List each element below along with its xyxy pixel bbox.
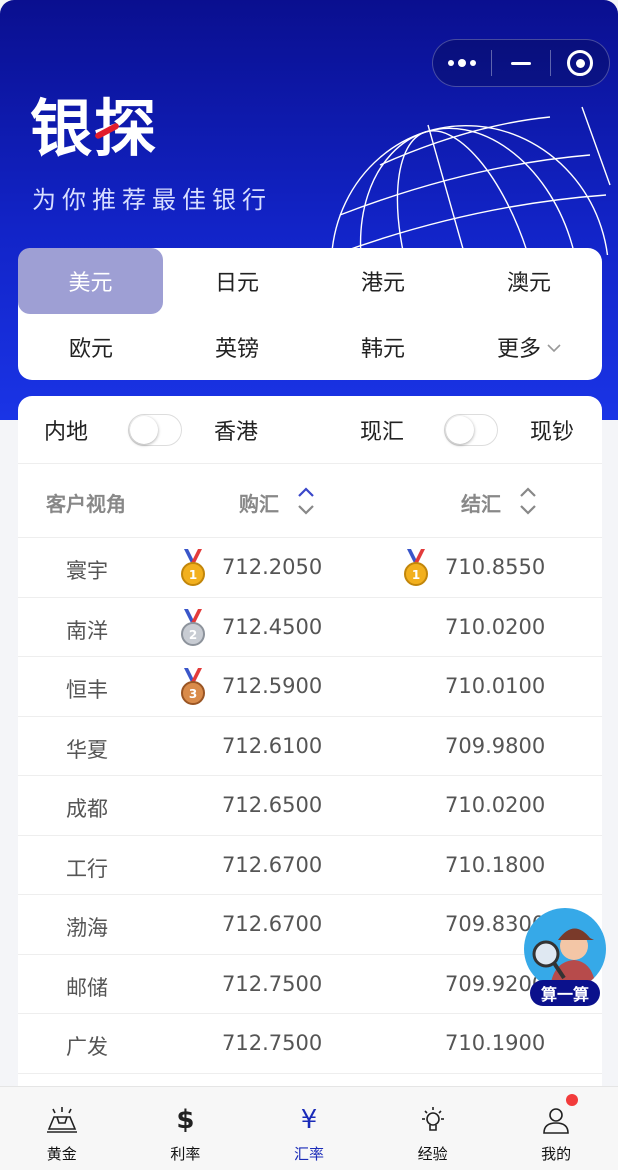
buy-rate: 712.5900 bbox=[222, 674, 323, 698]
col-sell-header[interactable]: 结汇 bbox=[461, 488, 501, 517]
gold-bar-icon bbox=[45, 1103, 79, 1137]
sort-buy-icon[interactable] bbox=[296, 486, 316, 516]
currency-hkd[interactable]: 港元 bbox=[310, 248, 456, 314]
cash-label: 现钞 bbox=[530, 419, 575, 445]
target-icon bbox=[567, 50, 593, 76]
sell-rate: 710.0200 bbox=[445, 793, 546, 817]
tab-gold[interactable]: 黄金 bbox=[0, 1087, 124, 1170]
region-switch[interactable] bbox=[128, 413, 182, 446]
bank-name: 恒丰 bbox=[66, 678, 108, 702]
bank-name: 华夏 bbox=[66, 737, 108, 762]
app-slogan: 为你推荐最佳银行 bbox=[32, 186, 272, 214]
svg-text:1: 1 bbox=[189, 568, 197, 582]
sell-rate: 710.0100 bbox=[445, 674, 546, 698]
table-row[interactable]: 渤海 712.6700 709.8300 bbox=[18, 895, 602, 955]
bank-name: 南洋 bbox=[66, 618, 108, 643]
currency-eur[interactable]: 欧元 bbox=[18, 314, 164, 380]
notification-badge bbox=[566, 1094, 578, 1106]
bank-name: 广发 bbox=[66, 1035, 108, 1059]
more-options-button[interactable] bbox=[433, 40, 491, 86]
app-logo: 银探 bbox=[30, 92, 159, 165]
mainland-label: 内地 bbox=[44, 419, 89, 445]
calculator-float-button[interactable]: 算一算 bbox=[522, 906, 608, 1006]
miniapp-capsule bbox=[432, 39, 610, 87]
currency-more[interactable]: 更多 bbox=[456, 314, 602, 380]
svg-text:3: 3 bbox=[189, 687, 197, 701]
hongkong-label: 香港 bbox=[214, 419, 259, 445]
bank-name: 寰宇 bbox=[66, 559, 108, 583]
silver-medal-icon: 2 bbox=[181, 608, 205, 646]
spot-exchange-label: 现汇 bbox=[360, 419, 405, 445]
bank-name: 渤海 bbox=[66, 916, 108, 940]
currency-more-label: 更多 bbox=[496, 337, 541, 362]
currency-aud[interactable]: 澳元 bbox=[456, 248, 602, 314]
lightbulb-icon bbox=[416, 1103, 450, 1137]
table-header: 客户视角 购汇 结汇 bbox=[18, 464, 602, 538]
tab-mine[interactable]: 我的 bbox=[494, 1087, 618, 1170]
buy-rate: 712.7500 bbox=[222, 971, 323, 996]
tab-experience-label: 经验 bbox=[417, 1145, 448, 1163]
bank-name: 邮储 bbox=[66, 975, 108, 1000]
buy-rate: 712.2050 bbox=[222, 555, 323, 579]
table-row[interactable]: 广发 712.7500 710.1900 bbox=[18, 1014, 602, 1074]
bottom-tab-bar: 黄金 $ 利率 ¥ 汇率 经验 我的 bbox=[0, 1086, 618, 1170]
table-row[interactable]: 邮储 712.7500 709.9200 bbox=[18, 955, 602, 1014]
gold-medal-icon: 1 bbox=[404, 549, 428, 586]
toggle-row: 内地 香港 现汇 现钞 bbox=[18, 396, 602, 464]
tab-exchange-label: 汇率 bbox=[293, 1145, 324, 1163]
svg-text:1: 1 bbox=[412, 568, 420, 582]
tab-gold-label: 黄金 bbox=[46, 1145, 77, 1163]
col-buy-header[interactable]: 购汇 bbox=[239, 488, 279, 517]
gold-medal-icon: 1 bbox=[181, 549, 205, 586]
tab-mine-label: 我的 bbox=[541, 1145, 572, 1163]
yen-icon: ¥ bbox=[300, 1105, 318, 1135]
tab-exchange[interactable]: ¥ 汇率 bbox=[247, 1087, 371, 1170]
tab-interest[interactable]: $ 利率 bbox=[124, 1087, 248, 1170]
globe-icon bbox=[330, 106, 611, 255]
table-row[interactable]: 工行 712.6700 710.1800 bbox=[18, 836, 602, 895]
sell-rate: 710.1800 bbox=[445, 852, 546, 877]
currency-usd[interactable]: 美元 bbox=[18, 248, 163, 314]
buy-rate: 712.7500 bbox=[222, 1031, 323, 1055]
table-row[interactable]: 南洋 2 712.4500 710.0200 bbox=[18, 598, 602, 657]
currency-selector: 美元 日元 港元 澳元 欧元 英镑 韩元 更多 bbox=[18, 248, 602, 380]
tab-interest-label: 利率 bbox=[170, 1145, 201, 1163]
cash-type-switch[interactable] bbox=[444, 413, 498, 446]
col-bank-header: 客户视角 bbox=[46, 492, 126, 516]
calculator-label: 算一算 bbox=[530, 980, 600, 1006]
dollar-icon: $ bbox=[176, 1105, 195, 1135]
minus-icon bbox=[511, 61, 531, 65]
sell-rate: 710.1900 bbox=[445, 1031, 546, 1055]
chevron-down-icon bbox=[547, 338, 561, 357]
buy-rate: 712.6700 bbox=[222, 852, 323, 877]
sell-rate: 710.8550 bbox=[445, 555, 546, 579]
currency-krw[interactable]: 韩元 bbox=[310, 314, 456, 380]
currency-jpy[interactable]: 日元 bbox=[164, 248, 310, 314]
tab-experience[interactable]: 经验 bbox=[371, 1087, 495, 1170]
sell-rate: 710.0200 bbox=[445, 614, 546, 639]
minimize-button[interactable] bbox=[492, 40, 550, 86]
rate-table: 内地 香港 现汇 现钞 客户视角 购汇 结汇 寰宇 1 712.2050 1 7… bbox=[18, 396, 602, 1096]
buy-rate: 712.6700 bbox=[222, 912, 323, 936]
detective-avatar-icon bbox=[524, 908, 606, 990]
bank-name: 成都 bbox=[66, 797, 108, 821]
table-row[interactable]: 恒丰 3 712.5900 710.0100 bbox=[18, 657, 602, 717]
buy-rate: 712.4500 bbox=[222, 614, 323, 639]
sell-rate: 709.9800 bbox=[445, 733, 546, 758]
close-miniapp-button[interactable] bbox=[551, 40, 609, 86]
user-icon bbox=[539, 1103, 573, 1137]
table-row[interactable]: 成都 712.6500 710.0200 bbox=[18, 776, 602, 836]
bronze-medal-icon: 3 bbox=[181, 668, 205, 705]
sort-sell-icon[interactable] bbox=[518, 486, 538, 516]
table-row[interactable]: 华夏 712.6100 709.9800 bbox=[18, 717, 602, 776]
currency-gbp[interactable]: 英镑 bbox=[164, 314, 310, 380]
more-dots-icon bbox=[448, 59, 476, 67]
buy-rate: 712.6100 bbox=[222, 733, 323, 758]
bank-name: 工行 bbox=[66, 856, 108, 881]
svg-text:2: 2 bbox=[189, 628, 197, 642]
table-row[interactable]: 寰宇 1 712.2050 1 710.8550 bbox=[18, 538, 602, 598]
buy-rate: 712.6500 bbox=[222, 793, 323, 817]
